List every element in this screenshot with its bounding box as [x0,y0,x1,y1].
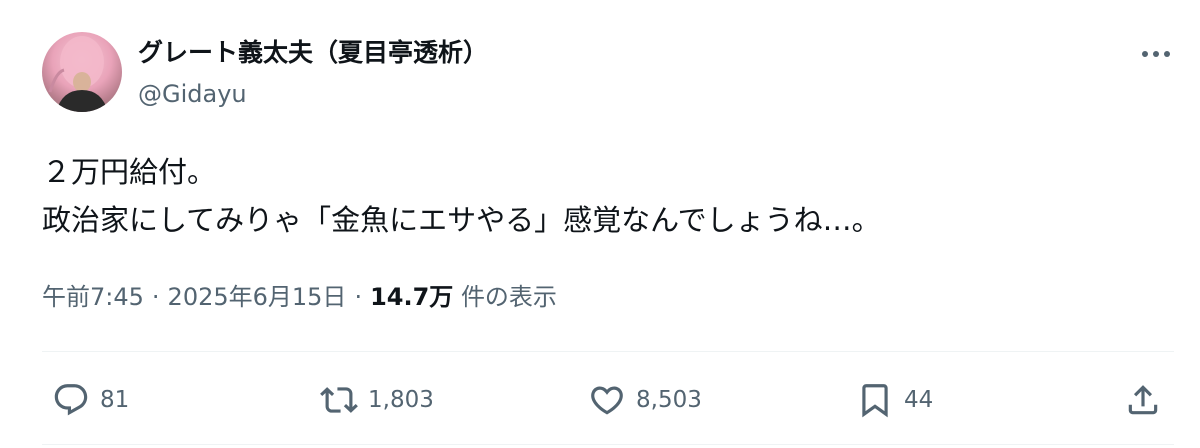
views-label: 件の表示 [460,283,557,311]
divider [42,351,1174,352]
meta-separator: · [354,283,363,311]
divider [42,444,1174,445]
tweet-text-line: ２万円給付。 [42,155,217,189]
tweet-meta: 午前7:45 · 2025年6月15日 · 14.7万 件の表示 [42,280,557,314]
retweet-icon [320,387,358,413]
more-icon-dot [1164,51,1170,57]
display-name[interactable]: グレート義太夫（夏目亭透析） [138,36,488,70]
retweet-count: 1,803 [368,387,434,413]
avatar[interactable] [42,32,122,112]
user-handle[interactable]: @Gidayu [138,78,247,110]
like-button[interactable]: 8,503 [588,376,702,424]
share-icon [1128,385,1158,415]
action-bar: 81 1,803 8,503 44 [0,376,1200,424]
reply-count: 81 [100,387,130,413]
heart-icon [591,386,623,415]
tweet-text-line: 政治家にしてみりゃ「金魚にエサやる」感覚なんでしょうね…。 [42,203,881,237]
avatar-image [48,36,108,112]
bookmark-button[interactable]: 44 [856,376,933,424]
tweet-text: ２万円給付。 政治家にしてみりゃ「金魚にエサやる」感覚なんでしょうね…。 [42,148,881,244]
reply-button[interactable]: 81 [52,376,129,424]
views-count[interactable]: 14.7万 [370,283,453,311]
like-count: 8,503 [636,387,702,413]
more-options-button[interactable] [1136,38,1176,70]
tweet-time[interactable]: 午前7:45 [42,283,144,311]
more-icon-dot [1153,51,1159,57]
retweet-button[interactable]: 1,803 [320,376,434,424]
tweet-date[interactable]: 2025年6月15日 [168,283,347,311]
reply-icon [54,384,88,416]
tweet: グレート義太夫（夏目亭透析） @Gidayu ２万円給付。 政治家にしてみりゃ「… [0,0,1200,448]
more-icon [1142,51,1148,57]
bookmark-count: 44 [904,387,934,413]
share-button[interactable] [1124,376,1162,424]
meta-separator: · [151,283,160,311]
bookmark-icon [862,384,888,418]
